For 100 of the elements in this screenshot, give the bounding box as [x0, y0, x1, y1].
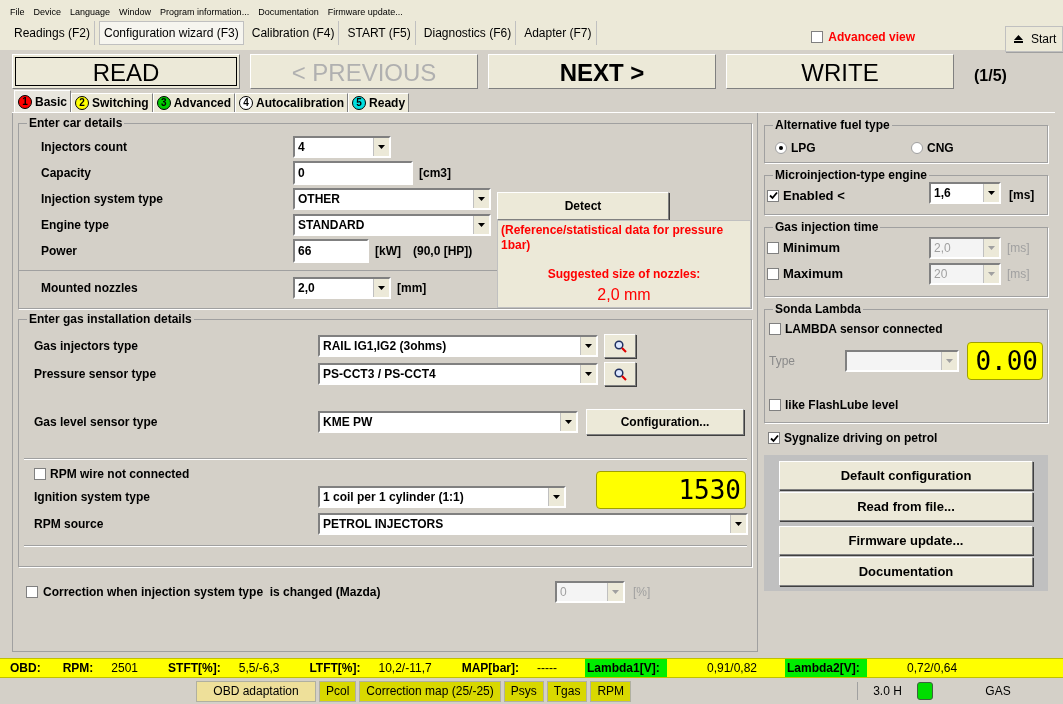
dropdown[interactable] — [845, 350, 959, 372]
step-number-badge: 1 — [18, 94, 32, 109]
status-button[interactable]: Pcol — [319, 680, 357, 702]
field-label: RPM source — [34, 516, 105, 533]
checkbox[interactable] — [811, 31, 824, 43]
dropdown[interactable]: PS-CCT3 / PS-CCT4 — [318, 363, 598, 385]
checkbox-label: LAMBDA sensor connected — [785, 321, 943, 338]
field-label: Power — [41, 243, 78, 260]
checkbox[interactable] — [768, 432, 780, 444]
dropdown[interactable]: KME PW — [318, 411, 578, 433]
info-note: (Reference/statistical data for pressure 1bar) — [501, 223, 725, 253]
action-button[interactable]: Firmware update... — [779, 526, 1033, 555]
wizard-button[interactable]: WRITE — [726, 53, 954, 89]
tab[interactable]: Diagnostics (F6) — [419, 21, 517, 45]
tab[interactable]: START (F5) — [343, 21, 416, 45]
menu-item[interactable]: Device — [33, 6, 62, 18]
input-field[interactable]: 66 — [293, 239, 369, 263]
caret-icon — [378, 145, 385, 149]
checkbox-label: Minimum — [783, 239, 841, 258]
dropdown[interactable]: 1 coil per 1 cylinder (1:1) — [318, 486, 566, 508]
configuration-button[interactable]: Configuration... — [586, 409, 744, 435]
checkbox-label: RPM wire not connected — [50, 466, 190, 483]
tab[interactable]: Configuration wizard (F3) — [99, 21, 244, 45]
step-number-badge: 4 — [239, 96, 254, 110]
search-button[interactable] — [604, 334, 636, 358]
action-button[interactable]: Documentation — [779, 557, 1033, 586]
menu-item[interactable]: Window — [119, 6, 152, 18]
group-title: Alternative fuel type — [773, 117, 892, 133]
checkbox[interactable] — [767, 189, 779, 202]
group-title: Gas injection time — [773, 219, 881, 235]
checkbox[interactable] — [26, 586, 38, 598]
step-tab[interactable]: 4 Autocalibration — [235, 93, 349, 112]
step-number-badge: 3 — [156, 96, 171, 110]
status-button[interactable]: Correction map (25/-25) — [359, 680, 501, 702]
reading-label: MAP[bar]: — [460, 660, 520, 677]
unit-label: [mm] — [397, 279, 427, 297]
suggested-label: Suggested size of nozzles: — [546, 266, 702, 283]
status-button[interactable]: Tgas — [546, 680, 588, 702]
reading-value: 5,5/-6,3 — [238, 660, 280, 677]
radio-button[interactable] — [911, 142, 923, 154]
menu-item[interactable]: File — [10, 6, 25, 18]
action-button[interactable]: Default configuration — [779, 461, 1033, 490]
detect-button[interactable]: Detect — [497, 192, 669, 220]
status-button[interactable]: OBD adaptation — [196, 680, 316, 702]
field-label: Type — [769, 353, 796, 370]
dropdown[interactable]: 1,6 — [929, 182, 1001, 204]
wizard-button[interactable]: NEXT > — [488, 53, 716, 89]
step-counter: (1/5) — [974, 66, 1007, 86]
reading-label: RPM: — [61, 660, 95, 677]
unit-label: [cm3] — [419, 165, 451, 182]
field-label: Gas injectors type — [34, 338, 140, 355]
dropdown[interactable]: OTHER — [293, 188, 491, 210]
status-button[interactable]: RPM — [590, 680, 632, 702]
step-tab[interactable]: 2 Switching — [71, 93, 153, 112]
checkbox-label: like FlashLube level — [785, 397, 899, 414]
input-field[interactable]: 0 — [293, 161, 413, 185]
dropdown[interactable]: RAIL IG1,IG2 (3ohms) — [318, 335, 598, 357]
tab[interactable]: Readings (F2) — [10, 21, 96, 45]
menu-item[interactable]: Documentation — [258, 6, 319, 18]
caret-icon — [585, 344, 592, 348]
wizard-button[interactable]: READ — [12, 53, 240, 89]
tab[interactable]: Calibration (F4) — [247, 21, 340, 45]
step-tab[interactable]: 3 Advanced — [152, 93, 236, 112]
dropdown[interactable]: PETROL INJECTORS — [318, 513, 748, 535]
reading-value: 0,72/0,64 — [907, 660, 958, 677]
digital-display: 0.00 — [967, 342, 1043, 380]
field-label: Pressure sensor type — [34, 366, 158, 383]
suggested-value: 2,0 mm — [596, 285, 652, 305]
caret-icon — [585, 372, 592, 376]
radio-button[interactable] — [775, 142, 787, 154]
tab[interactable]: Adapter (F7) — [520, 21, 597, 45]
action-button[interactable]: Read from file... — [779, 492, 1033, 521]
step-tab[interactable]: 1 Basic — [14, 90, 72, 112]
mode-label: GAS — [984, 683, 1012, 700]
checkbox[interactable] — [767, 242, 779, 254]
reading-label: Lambda2[V]: — [785, 659, 867, 677]
status-button[interactable]: Psys — [503, 680, 544, 702]
caret-icon — [988, 272, 995, 276]
checkbox[interactable] — [769, 399, 781, 411]
search-button[interactable] — [604, 362, 636, 386]
checkbox[interactable] — [767, 268, 779, 280]
dropdown[interactable]: 2,0 — [293, 276, 391, 299]
menu-item[interactable]: Program information... — [160, 6, 250, 18]
start-button[interactable]: Start — [1005, 26, 1063, 52]
step-number-badge: 2 — [75, 96, 90, 110]
field-label: Engine type — [41, 217, 110, 234]
caret-icon — [735, 522, 742, 526]
field-label: Injectors count — [41, 139, 128, 156]
menu-item[interactable]: Firmware update... — [327, 6, 403, 18]
dropdown[interactable]: 4 — [293, 136, 391, 158]
reading-label: LTFT[%]: — [308, 660, 362, 677]
caret-icon — [478, 197, 485, 201]
menu-item[interactable]: Language — [70, 6, 111, 18]
caret-icon — [565, 420, 572, 424]
step-tab[interactable]: 5 Ready — [348, 93, 410, 112]
checkbox[interactable] — [34, 468, 46, 480]
checkbox[interactable] — [769, 323, 781, 335]
caret-icon — [478, 223, 485, 227]
field-label: Capacity — [41, 165, 93, 182]
dropdown[interactable]: STANDARD — [293, 214, 491, 236]
